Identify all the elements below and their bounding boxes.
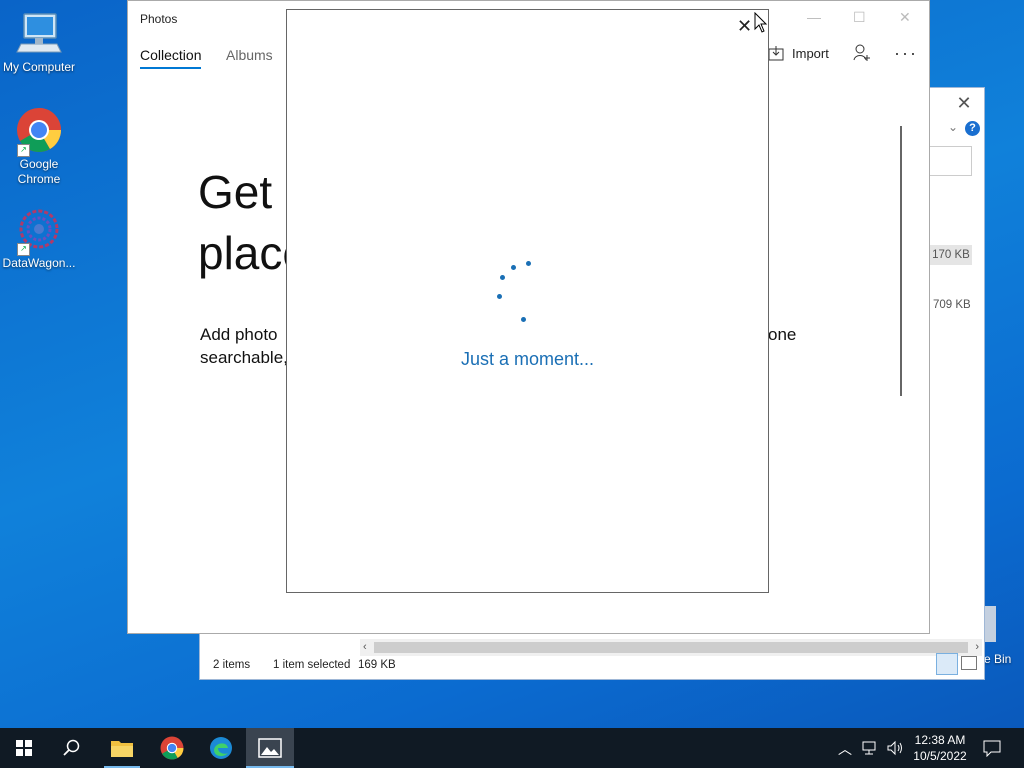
chrome-icon: ↗	[15, 107, 63, 157]
taskbar-photos[interactable]	[246, 728, 294, 768]
network-icon[interactable]	[862, 740, 880, 759]
file-size-cell: 709 KB	[933, 299, 971, 311]
tab-label: Albums	[226, 47, 273, 63]
import-button[interactable]: Import	[792, 46, 829, 61]
status-item-count: 2 items	[213, 659, 251, 671]
more-options-icon[interactable]: ···	[894, 43, 918, 64]
status-size: 169 KB	[358, 659, 396, 671]
photos-icon	[258, 738, 282, 758]
explorer-close-button[interactable]: ✕	[954, 94, 974, 112]
help-icon[interactable]: ?	[965, 121, 980, 136]
desktop-icon-label: My Computer	[2, 60, 76, 74]
taskbar-edge[interactable]	[197, 728, 245, 768]
clock[interactable]: 12:38 AM 10/5/2022	[908, 732, 972, 764]
loading-dialog: ✕ Just a moment...	[286, 9, 769, 593]
desktop-icon-label: DataWagon...	[2, 256, 76, 270]
details-view-button[interactable]	[936, 653, 958, 675]
search-icon	[63, 739, 80, 756]
loading-message: Just a moment...	[460, 349, 595, 369]
shortcut-arrow-icon: ↗	[17, 144, 30, 157]
folder-icon	[111, 741, 133, 757]
desktop-icon-my-computer[interactable]: My Computer	[1, 10, 77, 75]
tab-underline	[140, 67, 202, 69]
spinner-dot	[521, 317, 526, 322]
add-person-icon[interactable]	[853, 44, 871, 67]
search-input[interactable]	[926, 146, 972, 176]
edge-icon	[210, 737, 232, 759]
maximize-button[interactable]: ☐	[853, 9, 866, 26]
mouse-cursor-icon	[754, 11, 768, 39]
computer-icon	[15, 10, 63, 58]
desktop-icon-google-chrome[interactable]: ↗ Google Chrome	[1, 107, 77, 187]
tab-label: Collection	[140, 47, 202, 63]
tab-collection[interactable]: Collection	[140, 47, 202, 69]
window-title: Photos	[140, 12, 178, 26]
scroll-right-icon[interactable]: ›	[975, 639, 979, 656]
desktop-icon-label: Google Chrome	[17, 157, 61, 186]
clock-time: 12:38 AM	[914, 733, 966, 747]
taskbar-chrome[interactable]	[148, 728, 196, 768]
notification-icon[interactable]	[983, 739, 1001, 760]
file-size-cell: 170 KB	[930, 245, 972, 265]
spinner-dot	[500, 275, 505, 280]
body-text-line-2-left: searchable,	[200, 348, 288, 367]
status-selection: 1 item selected	[273, 659, 351, 671]
windows-logo-icon	[16, 740, 32, 756]
taskbar: ︿ 12:38 AM 10/5/2022	[0, 728, 1024, 768]
horizontal-scrollbar[interactable]: ‹ ›	[360, 639, 982, 656]
status-bar: 2 items 1 item selected 169 KB	[200, 653, 984, 679]
close-button[interactable]: ✕	[899, 9, 911, 26]
scroll-left-icon[interactable]: ‹	[363, 639, 367, 656]
spinner-dot	[511, 265, 516, 270]
volume-icon[interactable]	[886, 740, 904, 759]
tiles-view-button[interactable]	[961, 656, 977, 670]
minimize-button[interactable]: —	[807, 9, 821, 25]
datawagon-icon: ↗	[15, 206, 63, 256]
spinner-dot	[526, 261, 531, 266]
dialog-close-button[interactable]: ✕	[737, 16, 752, 37]
body-text-line-1-right: one	[768, 325, 797, 344]
tab-albums[interactable]: Albums	[226, 47, 273, 63]
chevron-down-icon[interactable]: ⌄	[948, 120, 958, 134]
chevron-up-icon[interactable]: ︿	[838, 739, 852, 759]
desktop-icon-datawagon[interactable]: ↗ DataWagon...	[1, 206, 77, 271]
chrome-icon	[160, 736, 184, 760]
body-text-line-1-left: Add photo	[200, 325, 278, 344]
recycle-bin-label: e Bin	[984, 652, 1012, 666]
start-button[interactable]	[0, 728, 48, 768]
vertical-scrollbar[interactable]	[900, 126, 902, 396]
scrollbar-thumb[interactable]	[374, 642, 968, 653]
taskbar-file-explorer[interactable]	[98, 728, 146, 768]
shortcut-arrow-icon: ↗	[17, 243, 30, 256]
spinner-dot	[497, 294, 502, 299]
clock-date: 10/5/2022	[913, 749, 967, 763]
search-button[interactable]	[48, 728, 96, 768]
import-icon	[768, 45, 786, 61]
loading-spinner	[492, 255, 532, 325]
